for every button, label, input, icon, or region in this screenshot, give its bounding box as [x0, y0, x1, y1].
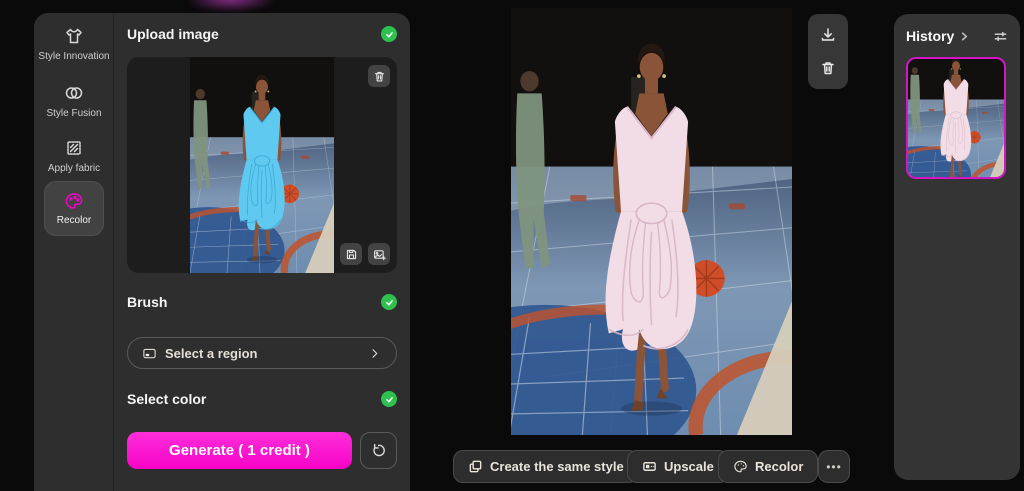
download-button[interactable]: [812, 20, 844, 50]
top-glow-decoration: [185, 0, 277, 12]
brush-section-title: Brush: [127, 294, 168, 310]
palette-icon: [734, 460, 747, 473]
color-complete-check-icon: [381, 391, 397, 407]
delete-upload-button[interactable]: [368, 65, 390, 87]
uploaded-image[interactable]: [132, 57, 345, 273]
recolor-action-button[interactable]: Recolor: [718, 450, 819, 483]
generated-image[interactable]: [511, 8, 792, 435]
sidebar-item-label: Style Innovation: [38, 51, 110, 62]
upload-section-title: Upload image: [127, 26, 219, 42]
upload-complete-check-icon: [381, 26, 397, 42]
sidebar-item-label: Style Fusion: [46, 108, 102, 119]
region-select-icon: [143, 348, 156, 358]
generate-row: Generate ( 1 credit ): [127, 432, 397, 469]
upscale-button[interactable]: Upscale: [627, 450, 729, 483]
history-header: History: [906, 28, 1008, 44]
brush-complete-check-icon: [381, 294, 397, 310]
app-window: Style Innovation Style Fusion Apply fabr…: [0, 0, 1024, 491]
chevron-right-icon: [962, 31, 968, 41]
delete-result-button[interactable]: [812, 53, 844, 83]
save-image-button[interactable]: [340, 243, 362, 265]
shirt-icon: [66, 28, 82, 44]
trash-icon: [822, 62, 834, 75]
copy-icon: [469, 460, 482, 473]
color-section-title: Select color: [127, 391, 207, 407]
more-actions-button[interactable]: •••: [818, 450, 850, 483]
create-same-style-label: Create the same style: [490, 459, 624, 474]
trash-icon: [374, 71, 384, 82]
upload-section-header: Upload image: [127, 25, 397, 43]
upscale-label: Upscale: [664, 459, 714, 474]
sidebar-item-label: Apply fabric: [47, 163, 101, 174]
uploaded-image-preview: [127, 57, 397, 273]
sidebar-item-style-fusion[interactable]: Style Fusion: [34, 83, 114, 119]
mode-sidebar: Style Innovation Style Fusion Apply fabr…: [34, 13, 114, 491]
chevron-right-icon: [372, 348, 378, 358]
download-icon: [821, 28, 835, 41]
history-expand-link[interactable]: [959, 31, 970, 42]
reset-icon: [373, 443, 385, 457]
create-same-style-button[interactable]: Create the same style: [453, 450, 639, 483]
select-region-button[interactable]: Select a region: [127, 337, 397, 369]
color-section-header: Select color: [127, 390, 397, 408]
history-item-thumbnail[interactable]: [906, 57, 1006, 179]
upscale-icon: [643, 462, 656, 471]
reset-button[interactable]: [360, 432, 397, 469]
recolor-form: Upload image Brush Select a region Selec…: [114, 13, 410, 491]
image-action-rail: [808, 14, 848, 89]
sidebar-item-label: Recolor: [56, 215, 92, 226]
history-title: History: [906, 28, 955, 44]
select-region-label: Select a region: [165, 345, 258, 361]
sidebar-item-recolor-selected[interactable]: Recolor: [44, 181, 104, 236]
brush-section-header: Brush: [127, 293, 397, 311]
history-panel: History: [894, 14, 1020, 480]
palette-icon: [65, 193, 83, 209]
add-image-icon: [373, 249, 386, 260]
replace-image-button[interactable]: [368, 243, 390, 265]
history-filter-button[interactable]: [993, 29, 1008, 44]
filter-icon: [994, 31, 1007, 41]
blend-circles-icon: [65, 87, 83, 99]
generate-button[interactable]: Generate ( 1 credit ): [127, 432, 352, 469]
recolor-action-label: Recolor: [755, 459, 804, 474]
sidebar-item-style-innovation[interactable]: Style Innovation: [34, 26, 114, 62]
fabric-swatch-icon: [67, 141, 81, 155]
tool-panel: Style Innovation Style Fusion Apply fabr…: [34, 13, 410, 491]
sidebar-item-apply-fabric[interactable]: Apply fabric: [34, 138, 114, 174]
save-icon: [346, 249, 356, 259]
